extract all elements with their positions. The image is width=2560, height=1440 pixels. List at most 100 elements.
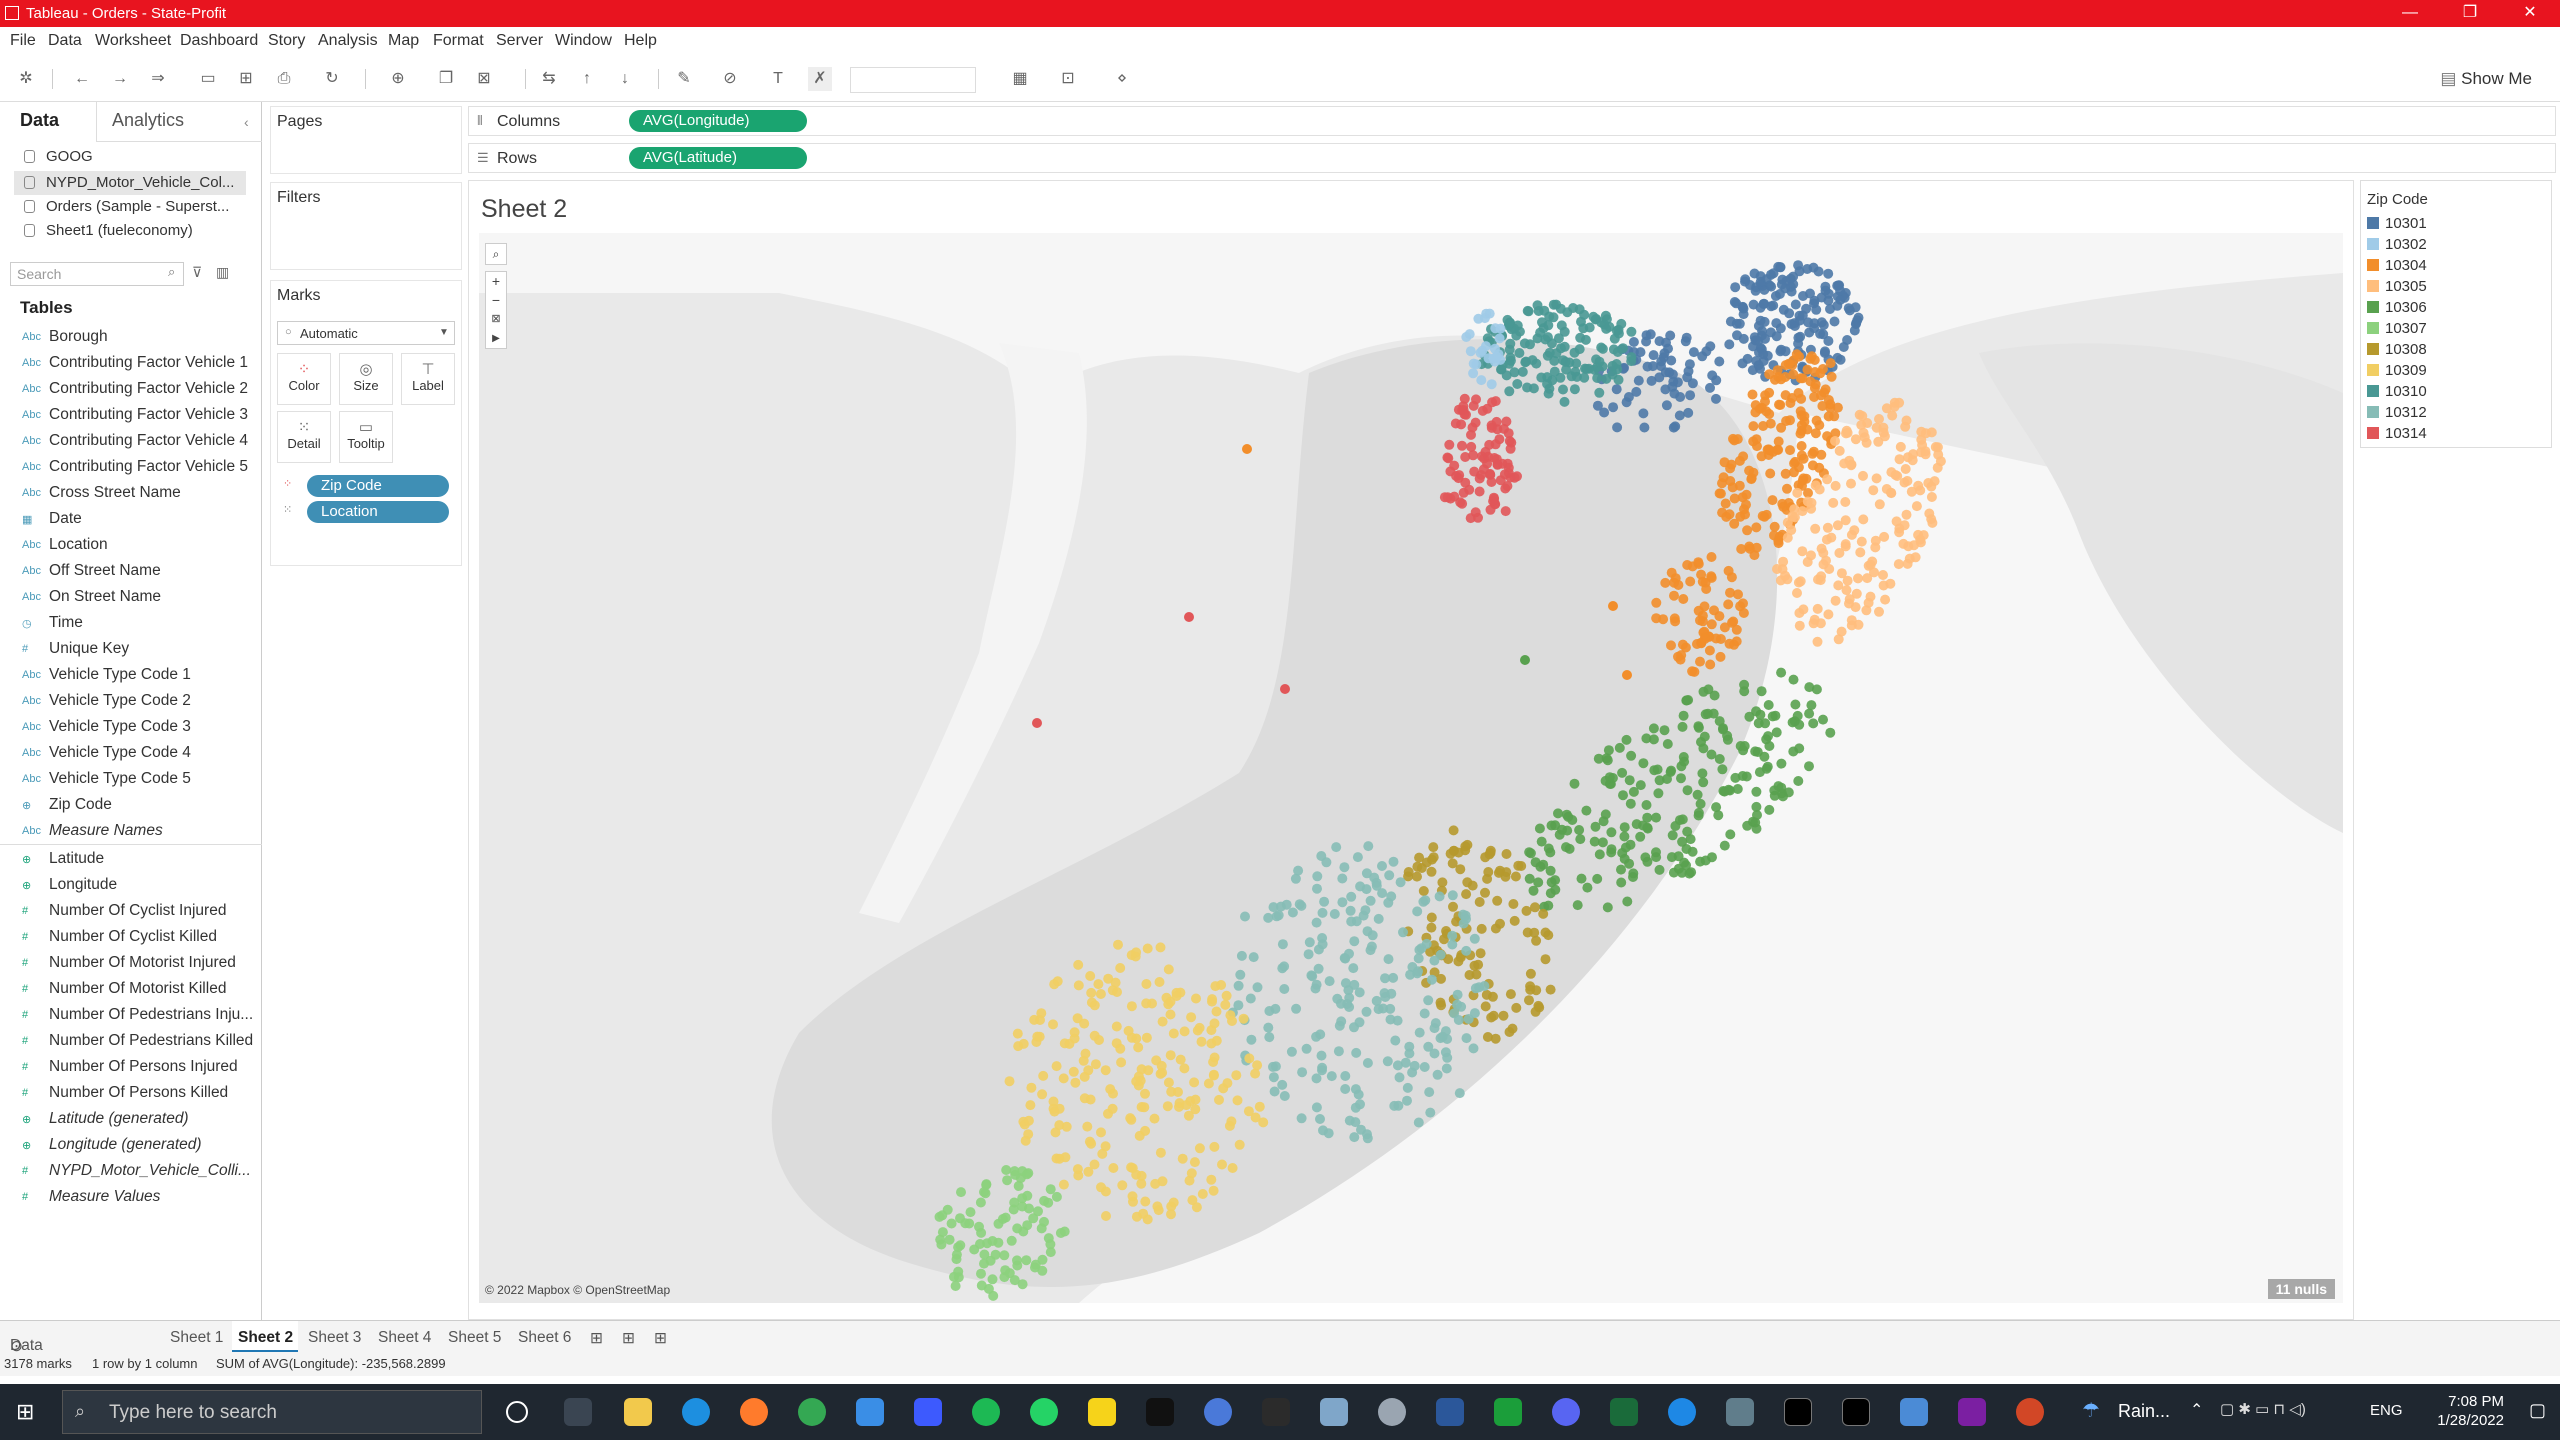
map-mark[interactable]: [1181, 1100, 1192, 1111]
map-mark[interactable]: [1527, 355, 1538, 366]
map-mark[interactable]: [1606, 844, 1617, 855]
map-mark[interactable]: [1134, 1130, 1145, 1141]
map-mark[interactable]: [1504, 1027, 1515, 1037]
map-mark[interactable]: [1574, 344, 1585, 355]
map-mark[interactable]: [1037, 1254, 1048, 1265]
map-mark[interactable]: [1772, 365, 1783, 376]
map-mark[interactable]: [1101, 1211, 1111, 1221]
map-mark[interactable]: [1803, 488, 1813, 498]
map-mark[interactable]: [1369, 872, 1380, 883]
map-mark[interactable]: [1349, 936, 1360, 947]
map-mark[interactable]: [1384, 870, 1395, 881]
map-mark[interactable]: [1186, 1012, 1197, 1023]
map-mark[interactable]: [1886, 487, 1896, 498]
map-mark[interactable]: [1910, 552, 1921, 563]
map-mark[interactable]: [1138, 1208, 1149, 1219]
cortana-icon[interactable]: [506, 1401, 528, 1423]
pause-updates-icon[interactable]: ⎙: [272, 67, 296, 91]
map-mark[interactable]: [1339, 862, 1350, 873]
map-mark[interactable]: [1173, 1087, 1183, 1097]
map-mark[interactable]: [1468, 358, 1479, 369]
map-mark[interactable]: [1131, 947, 1142, 958]
map-mark[interactable]: [1676, 773, 1686, 784]
map-search-icon[interactable]: ⌕: [485, 243, 507, 265]
map-mark[interactable]: [1209, 1141, 1220, 1152]
map-mark[interactable]: [1509, 915, 1520, 926]
map-mark[interactable]: [1362, 1133, 1373, 1144]
map-mark[interactable]: [1754, 403, 1765, 414]
map-mark[interactable]: [1171, 991, 1182, 1001]
map-mark[interactable]: [1628, 786, 1639, 797]
map-mark[interactable]: [1767, 711, 1778, 722]
field-item[interactable]: Off Street Name: [49, 562, 161, 580]
map-mark[interactable]: [1279, 984, 1290, 994]
map-mark[interactable]: [1248, 952, 1259, 963]
map-mark[interactable]: [1190, 1104, 1201, 1115]
map-mark[interactable]: [1626, 352, 1637, 363]
map-mark[interactable]: [1680, 336, 1691, 347]
map-mark[interactable]: [1468, 1043, 1479, 1054]
map-mark[interactable]: [1486, 379, 1497, 390]
map-mark[interactable]: [1788, 467, 1799, 478]
map-mark[interactable]: [1140, 1088, 1150, 1099]
map-mark[interactable]: [1809, 355, 1820, 365]
map-mark[interactable]: [1899, 520, 1910, 531]
map-mark[interactable]: [1454, 1088, 1465, 1099]
map-mark[interactable]: [1165, 1009, 1176, 1020]
map-mark[interactable]: [1738, 333, 1749, 344]
map-mark[interactable]: [1543, 900, 1554, 911]
map-mark[interactable]: [1211, 1006, 1222, 1017]
map-mark[interactable]: [1665, 330, 1676, 341]
map-mark[interactable]: [1073, 959, 1084, 970]
map-mark[interactable]: [1677, 721, 1688, 732]
map-mark[interactable]: [1810, 523, 1821, 534]
map-mark[interactable]: [1482, 873, 1493, 884]
map-mark[interactable]: [1453, 404, 1464, 415]
map-mark[interactable]: [1729, 435, 1740, 446]
map-mark[interactable]: [1163, 964, 1174, 975]
map-mark[interactable]: [1840, 497, 1851, 507]
map-mark[interactable]: [1706, 619, 1717, 630]
menu-story[interactable]: Story: [268, 32, 305, 50]
map-mark[interactable]: [1784, 308, 1795, 319]
map-mark[interactable]: [1725, 829, 1736, 840]
new-datasource-icon[interactable]: ⊞: [234, 67, 258, 91]
map-mark[interactable]: [1874, 606, 1884, 617]
map-mark[interactable]: [1022, 1169, 1032, 1180]
map-mark[interactable]: [1661, 400, 1672, 411]
map-mark[interactable]: [1234, 1139, 1245, 1150]
map-mark[interactable]: [1268, 1061, 1278, 1072]
map-mark[interactable]: [1143, 1065, 1154, 1076]
map-mark[interactable]: [1232, 1095, 1243, 1106]
map-canvas[interactable]: [479, 233, 2343, 1303]
map-mark[interactable]: [1477, 405, 1488, 416]
map-mark[interactable]: [1227, 1163, 1238, 1173]
map-mark[interactable]: [1275, 901, 1286, 912]
weather-icon[interactable]: ☂: [2082, 1398, 2100, 1423]
map-mark[interactable]: [1653, 788, 1664, 799]
map-mark[interactable]: [1597, 837, 1608, 848]
map-mark[interactable]: [1543, 843, 1554, 854]
map-mark[interactable]: [1840, 539, 1851, 550]
map-mark[interactable]: [1344, 1002, 1355, 1012]
map-mark[interactable]: [1626, 326, 1637, 337]
view-options-icon[interactable]: ▥: [216, 264, 229, 281]
map-mark[interactable]: [1559, 396, 1570, 407]
map-mark[interactable]: [1395, 877, 1406, 888]
map-mark[interactable]: [1874, 499, 1885, 510]
map-mark[interactable]: [1638, 408, 1649, 419]
legend-item[interactable]: 10301: [2367, 215, 2427, 232]
zoom-in-icon[interactable]: +: [486, 272, 506, 291]
map-mark[interactable]: [1548, 312, 1559, 323]
map-mark[interactable]: [1163, 1077, 1174, 1088]
new-worksheet-tab-icon[interactable]: ⊞: [590, 1329, 603, 1348]
map-mark[interactable]: [1693, 722, 1704, 733]
legend-item[interactable]: 10307: [2367, 320, 2427, 337]
map-mark[interactable]: [1558, 384, 1568, 395]
flag-app-icon[interactable]: [1494, 1398, 1522, 1426]
map-mark[interactable]: [1457, 498, 1468, 509]
map-mark[interactable]: [1823, 268, 1834, 279]
field-item[interactable]: Number Of Pedestrians Inju...: [49, 1006, 253, 1024]
map-mark[interactable]: [1804, 761, 1814, 772]
map-mark[interactable]: [1244, 1053, 1255, 1064]
